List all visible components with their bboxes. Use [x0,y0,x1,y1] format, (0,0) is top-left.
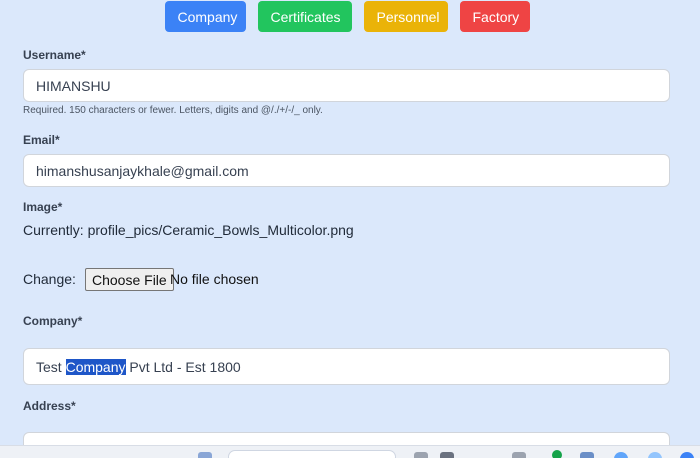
image-current: Currently: profile_pics/Ceramic_Bowls_Mu… [23,222,354,238]
username-field[interactable]: HIMANSHU [23,69,670,102]
no-file-chosen-text: No file chosen [170,271,259,287]
username-label: Username* [23,48,86,62]
image-change-label: Change: [23,271,76,287]
tab-personnel[interactable]: Personnel [363,1,448,32]
tab-factory[interactable]: Factory [459,1,530,32]
company-value-prefix: Test [36,358,66,375]
image-currently-label: Currently: [23,222,84,238]
email-field[interactable]: himanshusanjaykhale@gmail.com [23,154,670,187]
taskbar-search-icon[interactable] [228,450,396,458]
company-value-selected: Company [65,358,126,375]
company-field[interactable]: Test Company Pvt Ltd - Est 1800 [23,348,670,385]
choose-file-button[interactable]: Choose File [85,268,174,291]
taskbar-app-icon[interactable] [440,452,454,458]
company-value: Test Company Pvt Ltd - Est 1800 [36,358,241,375]
taskbar-app-icon[interactable] [680,452,694,458]
company-value-suffix: Pvt Ltd - Est 1800 [125,358,241,375]
address-label: Address* [23,399,76,413]
image-label: Image* [23,200,63,214]
taskbar-app-icon[interactable] [648,452,662,458]
tab-certificates[interactable]: Certificates [257,1,352,32]
email-label: Email* [23,133,60,147]
os-taskbar [0,445,700,458]
username-help-text: Required. 150 characters or fewer. Lette… [23,105,323,116]
email-value: himanshusanjaykhale@gmail.com [36,162,249,179]
image-current-link[interactable]: profile_pics/Ceramic_Bowls_Multicolor.pn… [88,222,354,238]
username-value: HIMANSHU [36,77,111,94]
taskbar-app-icon[interactable] [552,450,562,458]
taskbar-app-icon[interactable] [414,452,428,458]
taskbar-app-icon[interactable] [198,452,212,458]
taskbar-browser-icon[interactable] [614,452,628,458]
taskbar-app-icon[interactable] [580,452,594,458]
section-tabs: Company Certificates Personnel Factory [0,1,694,32]
taskbar-app-icon[interactable] [512,452,526,458]
company-label: Company* [23,314,83,328]
tab-company[interactable]: Company [164,1,246,32]
